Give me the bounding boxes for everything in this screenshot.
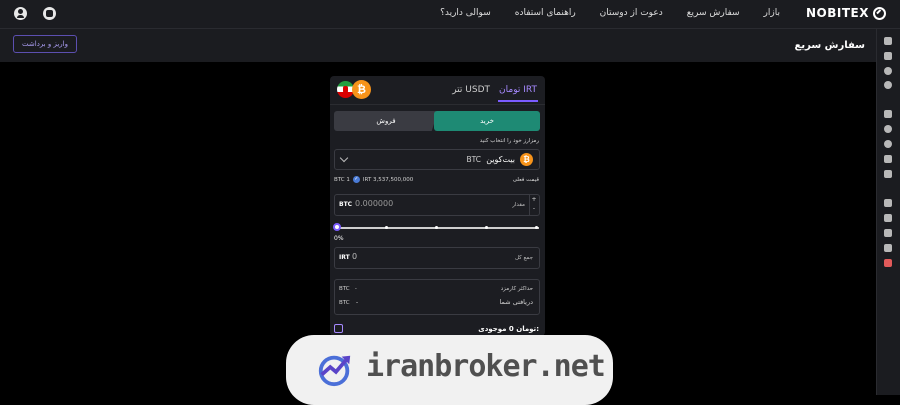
tab-irt[interactable]: تومان IRT: [499, 85, 537, 95]
total-label: جمع کل: [514, 255, 533, 261]
slider-step-75[interactable]: [485, 226, 488, 229]
dashboard-icon[interactable]: [884, 37, 892, 45]
calendar-icon[interactable]: [884, 170, 892, 178]
main-nav: بازار سفارش سریع دعوت از دوستان راهنمای …: [440, 8, 780, 18]
amount-stepper: + -: [529, 195, 538, 215]
balance-row: تومان 0 موجودی:: [334, 324, 539, 333]
page-header: سفارش سریع واریز و برداشت: [0, 29, 877, 62]
nobitex-logo[interactable]: NOBITEX: [806, 6, 886, 20]
slider-percent: 0%: [334, 235, 344, 242]
chevron-down-icon: [339, 153, 349, 163]
coin-name: بیت‌کوین: [486, 155, 515, 164]
balance-unit: تومان: [516, 324, 537, 333]
sell-tab[interactable]: فروش: [334, 111, 438, 131]
logo-icon: [873, 6, 886, 20]
receive-unit: BTC: [339, 300, 350, 306]
share-icon[interactable]: [884, 155, 892, 163]
send-icon[interactable]: [884, 81, 892, 89]
receive-row: BTC - دریافتی شما: [339, 298, 533, 306]
fee-summary: BTC - حداکثر کارمزد BTC - دریافتی شما: [334, 279, 540, 315]
profile-icon[interactable]: [884, 199, 892, 207]
amount-slider[interactable]: [333, 223, 539, 231]
deposit-withdraw-button[interactable]: واریز و برداشت: [13, 35, 77, 53]
max-fee-row: BTC - حداکثر کارمزد: [339, 286, 533, 292]
right-sidebar: [876, 29, 900, 395]
slider-step-25[interactable]: [385, 226, 388, 229]
current-price: BTC 1 ✓ IRT 3,537,500,000: [334, 176, 413, 183]
receive-value: -: [355, 298, 359, 306]
decrement-button[interactable]: -: [530, 204, 538, 213]
max-fee-label: حداکثر کارمزد: [500, 286, 533, 292]
wallet-icon[interactable]: [884, 52, 892, 60]
nav-help[interactable]: راهنمای استفاده: [515, 8, 576, 18]
trend-arrow-icon: [318, 355, 351, 387]
quick-order-card: تومان IRT تتر USDT ₿ فروش خرید رمزارز خو…: [330, 76, 545, 336]
wallet-balance-icon[interactable]: [334, 324, 343, 333]
watermark-text: iranbroker.net: [366, 349, 606, 384]
user-icon[interactable]: [14, 7, 27, 20]
price-btc: BTC 1: [334, 176, 350, 183]
nav-market[interactable]: بازار: [764, 8, 780, 18]
nav-quick-order[interactable]: سفارش سریع: [687, 8, 740, 18]
price-irt: IRT 3,537,500,000: [362, 176, 414, 183]
amount-input[interactable]: 0.000000: [355, 199, 393, 208]
market-tabs: تومان IRT تتر USDT ₿: [330, 76, 545, 105]
slider-step-100[interactable]: [535, 226, 538, 229]
balance: تومان 0 موجودی:: [478, 325, 539, 333]
nav-invite-friends[interactable]: دعوت از دوستان: [600, 8, 663, 18]
total-field[interactable]: IRT 0 جمع کل: [334, 247, 540, 269]
balance-value: 0: [508, 324, 514, 333]
top-icons: [14, 7, 56, 20]
amount-label: مقدار: [512, 202, 525, 208]
check-circle-icon[interactable]: [884, 67, 892, 75]
history-icon[interactable]: [884, 125, 892, 133]
amount-unit: BTC: [339, 201, 353, 208]
slider-thumb[interactable]: [333, 223, 341, 231]
select-coin-label: رمزارز خود را انتخاب کنید: [479, 138, 539, 144]
top-navigation-bar: NOBITEX بازار سفارش سریع دعوت از دوستان …: [0, 0, 900, 29]
coin-bitcoin-icon: ₿: [520, 153, 533, 166]
slider-step-50[interactable]: [435, 226, 438, 229]
active-tab-indicator: [498, 100, 538, 102]
buy-tab[interactable]: خرید: [434, 111, 540, 131]
amount-field[interactable]: BTC 0.000000 مقدار + -: [334, 194, 540, 216]
verified-check-icon: ✓: [352, 176, 360, 183]
logout-icon[interactable]: [884, 259, 892, 267]
receive-label: دریافتی شما: [499, 298, 533, 306]
increment-button[interactable]: +: [530, 195, 538, 204]
total-unit: IRT: [339, 254, 350, 261]
bitcoin-icon: ₿: [352, 80, 371, 99]
orders-icon[interactable]: [884, 140, 892, 148]
brand-name: NOBITEX: [806, 6, 869, 20]
current-price-label: قیمت فعلی: [512, 177, 539, 183]
max-fee-unit: BTC: [339, 286, 350, 292]
referral-icon[interactable]: [884, 244, 892, 252]
theme-toggle-icon[interactable]: [43, 7, 56, 20]
security-shield-icon[interactable]: [884, 214, 892, 222]
nav-faq[interactable]: سوالی دارید؟: [440, 8, 491, 18]
tab-usdt[interactable]: تتر USDT: [452, 85, 490, 95]
mail-icon[interactable]: [884, 229, 892, 237]
total-input[interactable]: 0: [352, 252, 357, 261]
max-fee-value: -: [354, 286, 357, 292]
coin-select[interactable]: ₿ بیت‌کوین BTC: [334, 149, 540, 170]
page-title: سفارش سریع: [794, 40, 865, 51]
chart-icon[interactable]: [884, 110, 892, 118]
coin-symbol: BTC: [466, 155, 481, 164]
